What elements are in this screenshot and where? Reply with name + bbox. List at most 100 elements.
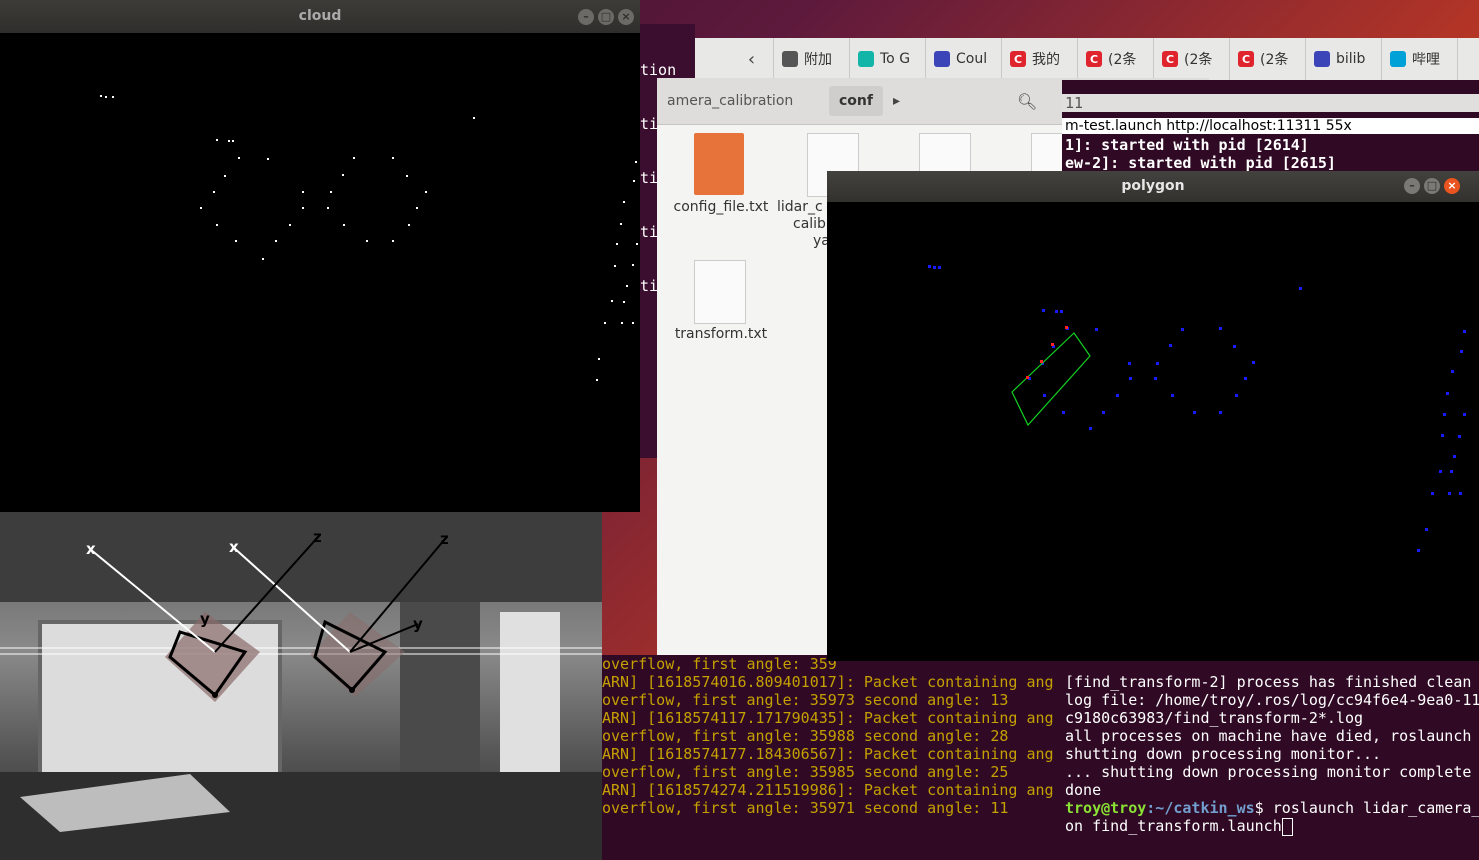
breadcrumb-current[interactable]: conf [829,86,883,116]
projected-point [1116,394,1119,397]
projected-point [1129,377,1132,380]
projected-point [1235,394,1238,397]
projected-point [1219,327,1222,330]
terminal-line: done [1065,781,1102,799]
point-cloud-point [626,285,628,287]
file-label[interactable]: lidar_c [777,199,823,215]
file-label[interactable]: calib [793,216,826,232]
close-button[interactable]: × [1444,178,1460,194]
projected-point [1042,309,1045,312]
projected-point [1458,435,1461,438]
browser-tab[interactable]: C (2条 [1154,38,1230,80]
projected-point [1451,370,1454,373]
window-title: cloud [0,0,640,33]
browser-tab[interactable]: C 我的 [1002,38,1078,80]
text-file-icon[interactable] [694,260,746,324]
terminal-line: m-test.launch http://localhost:11311 55x [1062,118,1479,134]
point-cloud-point [262,258,264,260]
puzzle-teal-icon [858,51,874,67]
projected-point [1443,413,1446,416]
cloud-window[interactable]: cloud – □ × [0,0,640,512]
browser-tab-label: 哔哩 [1412,52,1440,68]
maximize-button[interactable]: □ [1424,178,1440,194]
maximize-button[interactable]: □ [598,9,614,25]
point-cloud-point [112,96,114,98]
point-cloud-point [473,117,475,119]
point-cloud-point [232,140,234,142]
terminal-line: tion [640,61,677,79]
browser-tab[interactable]: C (2条 [1230,38,1306,80]
point-cloud-point [216,224,218,226]
projected-point [933,266,936,269]
point-cloud-point [105,96,107,98]
projected-point [1095,328,1098,331]
selection-rectangle [1011,332,1091,427]
text-file-icon-selected[interactable] [694,133,744,195]
terminal-line: ... shutting down processing monitor com… [1065,763,1472,781]
projected-point [1219,411,1222,414]
point-cloud-point [635,161,637,163]
point-cloud-point [623,201,625,203]
browser-tab[interactable]: 附加 [774,38,850,80]
projected-point [1417,549,1420,552]
projected-point [1446,392,1449,395]
point-cloud-point [416,207,418,209]
point-cloud-point [267,158,269,160]
selected-point [1051,343,1054,346]
minimize-button[interactable]: – [578,9,594,25]
polygon-window[interactable]: polygon – □ × [827,171,1479,661]
browser-tab-label: 我的 [1032,52,1060,68]
browser-tab-label: To G [880,51,911,67]
terminal-line: ARN] [1618574177.184306567]: Packet cont… [602,745,1054,763]
point-cloud-point [327,207,329,209]
projected-point [1448,492,1451,495]
projected-point [1233,345,1236,348]
file-label[interactable]: config_file.txt [671,199,771,215]
projected-point [1299,287,1302,290]
point-cloud-point [342,174,344,176]
terminal-window-bottom[interactable]: overflow, first angle: 359 ARN] [1618574… [602,655,1062,860]
search-icon: 🔍︎ [1017,91,1038,111]
window-title: polygon [827,171,1479,202]
prompt-command: $ roslaunch lidar_camera_ [1254,799,1479,817]
point-cloud-point [275,240,277,242]
point-cloud-point [604,322,606,324]
point-cloud-point [620,223,622,225]
terminal-line: shutting down processing monitor... [1065,745,1382,763]
projected-point [1463,413,1466,416]
browser-tab[interactable]: bilib [1306,38,1382,80]
browser-tab[interactable]: Coul [926,38,1002,80]
axis-label: z [440,530,449,548]
search-button[interactable]: 🔍︎ [1007,86,1047,116]
point-cloud-point [632,264,634,266]
minimize-button[interactable]: – [1404,178,1420,194]
breadcrumb-next-button[interactable]: ▸ [883,86,910,116]
point-cloud-point [621,322,623,324]
point-cloud-point [353,157,355,159]
file-label[interactable]: transform.txt [671,326,771,342]
browser-tab[interactable]: To G [850,38,926,80]
projected-point [1425,528,1428,531]
breadcrumb-parent[interactable]: amera_calibration [657,86,803,116]
terminal-line: overflow, first angle: 35985 second angl… [602,763,1009,781]
projected-point [1450,470,1453,473]
point-cloud-point [623,301,625,303]
text-cursor [1281,817,1293,836]
point-cloud-point [632,322,634,324]
close-button[interactable]: × [618,9,634,25]
browser-tab-label: (2条 [1260,52,1289,68]
projected-point [938,266,941,269]
projected-point [1244,377,1247,380]
point-cloud-point [633,180,635,182]
point-cloud-point [213,191,215,193]
axis-label: y [413,615,423,633]
baidu-paw-icon [934,51,950,67]
terminal-line: ARN] [1618574016.809401017]: Packet cont… [602,673,1054,691]
terminal-line: log file: /home/troy/.ros/log/cc94f6e4-9… [1065,691,1479,709]
tab-scroll-left-button[interactable]: ‹ [730,38,774,80]
csdn-icon: C [1238,51,1254,67]
camera-image: x z x z y y [0,512,602,860]
browser-tab[interactable]: 哔哩 [1382,38,1458,80]
browser-tab[interactable]: C (2条 [1078,38,1154,80]
camera-view: x z x z y y [0,512,602,860]
